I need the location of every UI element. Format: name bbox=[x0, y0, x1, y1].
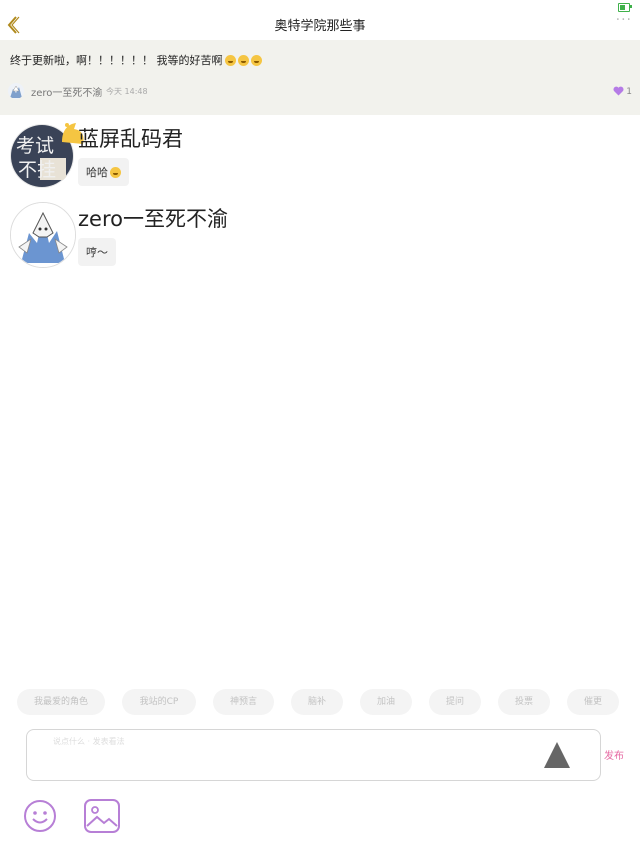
tag-vote[interactable]: 投票 bbox=[498, 689, 550, 715]
crying-emoji-icon bbox=[237, 55, 249, 66]
tag-urge-update[interactable]: 催更 bbox=[567, 689, 619, 715]
comment-bubble[interactable]: 哼～ bbox=[78, 238, 116, 266]
heart-icon bbox=[613, 86, 624, 96]
comment-author[interactable]: 蓝屏乱码君 bbox=[78, 123, 183, 153]
quick-tag-bar: 我最爱的角色 我站的CP 神预言 脑补 加油 提问 投票 催更 bbox=[0, 689, 640, 717]
battery-tip bbox=[630, 5, 632, 8]
cursor-triangle-icon bbox=[544, 742, 570, 768]
tag-my-cp[interactable]: 我站的CP bbox=[122, 689, 196, 715]
avatar[interactable] bbox=[8, 83, 24, 99]
page-title: 奥特学院那些事 bbox=[274, 19, 366, 34]
nav-bar: 奥特学院那些事 ··· bbox=[0, 10, 640, 40]
more-dots-icon[interactable]: ··· bbox=[616, 12, 632, 28]
input-placeholder: 说点什么 · 发表看法 bbox=[53, 737, 125, 746]
crying-emoji-icon bbox=[250, 55, 262, 66]
post-body: 终于更新啦，啊！！！！！！ 我等的好苦啊 bbox=[10, 54, 223, 67]
avatar-text-1: 考试 bbox=[16, 135, 54, 157]
like-counter[interactable]: 1 bbox=[613, 86, 632, 97]
tag-question[interactable]: 提问 bbox=[429, 689, 481, 715]
image-icon[interactable] bbox=[83, 798, 121, 834]
tag-prophecy[interactable]: 神预言 bbox=[213, 689, 274, 715]
post-timestamp: 今天 14:48 bbox=[106, 87, 148, 96]
crying-emoji-icon bbox=[224, 55, 236, 66]
tag-favorite-character[interactable]: 我最爱的角色 bbox=[17, 689, 105, 715]
post-card: 终于更新啦，啊！！！！！！ 我等的好苦啊 zero一至死不渝 今天 14:48 … bbox=[0, 40, 640, 115]
emoji-icon[interactable] bbox=[23, 799, 57, 833]
comment-text: 哈哈 bbox=[86, 166, 108, 179]
comment-text: 哼～ bbox=[86, 246, 108, 259]
post-text: 终于更新啦，啊！！！！！！ 我等的好苦啊 bbox=[10, 52, 262, 68]
comment-input[interactable]: 说点什么 · 发表看法 bbox=[26, 729, 601, 781]
comment-author[interactable]: zero一至死不渝 bbox=[78, 203, 228, 233]
tag-cheer[interactable]: 加油 bbox=[360, 689, 412, 715]
tag-imagine[interactable]: 脑补 bbox=[291, 689, 343, 715]
like-count: 1 bbox=[626, 87, 632, 97]
publish-button[interactable]: 发布 bbox=[604, 747, 624, 762]
comment-bubble[interactable]: 哈哈 bbox=[78, 158, 129, 186]
smile-emoji-icon bbox=[110, 167, 121, 178]
avatar[interactable] bbox=[10, 202, 76, 268]
avatar-text-2: 不挂 bbox=[18, 159, 56, 181]
post-author-name[interactable]: zero一至死不渝 bbox=[31, 84, 102, 99]
